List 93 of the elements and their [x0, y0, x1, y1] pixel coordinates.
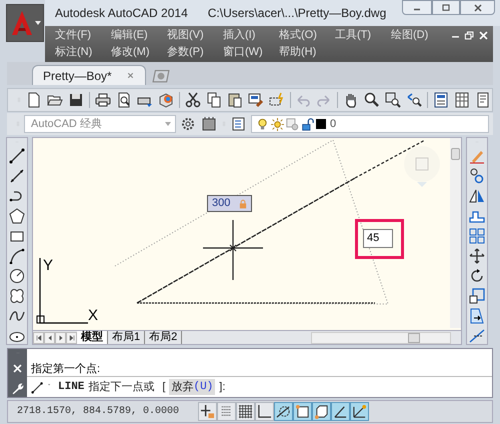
viewcube-icon: [404, 146, 440, 187]
vertical-scrollbar[interactable]: [450, 138, 461, 328]
save-icon[interactable]: [67, 91, 85, 109]
properties-icon[interactable]: [432, 91, 450, 109]
crosshair-cursor: [202, 219, 264, 281]
previous-tab-icon[interactable]: [44, 332, 55, 344]
layer-dropdown[interactable]: 0: [251, 115, 489, 133]
copy-icon[interactable]: [204, 91, 223, 109]
scale-icon[interactable]: [468, 287, 486, 304]
arc-icon[interactable]: [8, 247, 26, 264]
trim-icon[interactable]: [468, 327, 486, 344]
sun-icon: [271, 118, 284, 130]
move-icon[interactable]: [468, 247, 486, 264]
document-tab[interactable]: Pretty—Boy*: [32, 65, 146, 85]
caret-icon: [165, 122, 171, 126]
zoom-previous-icon[interactable]: [405, 91, 424, 109]
light-bulb-icon: [256, 118, 269, 130]
first-tab-icon[interactable]: [33, 332, 44, 344]
object-snap-icon[interactable]: [293, 402, 312, 421]
layer-color-swatch: [316, 119, 326, 129]
command-prompt: 指定下一点或: [88, 380, 154, 395]
zoom-icon[interactable]: [363, 91, 382, 109]
padlock-icon: [238, 198, 248, 208]
bracket-text: ]:: [219, 380, 226, 395]
cube-snap-icon[interactable]: [312, 402, 331, 421]
close-icon[interactable]: [460, 0, 495, 15]
paste-icon[interactable]: [226, 91, 244, 109]
stretch-icon[interactable]: [468, 307, 486, 324]
zoom-window-icon[interactable]: [384, 91, 402, 109]
gear-icon[interactable]: [179, 115, 197, 133]
mirror-icon[interactable]: [468, 187, 486, 204]
line-icon: [31, 380, 44, 394]
match-properties-icon[interactable]: [246, 91, 265, 109]
ortho-icon[interactable]: [255, 402, 274, 421]
angle-icon[interactable]: [331, 402, 350, 421]
menu-item[interactable]: 工具(T): [335, 27, 391, 44]
design-center-icon[interactable]: [452, 91, 471, 109]
copy-object-icon[interactable]: [468, 167, 486, 184]
menu-item[interactable]: 绘图(D): [391, 27, 447, 44]
close-icon[interactable]: [126, 71, 135, 80]
scrollbar-thumb[interactable]: [451, 148, 460, 160]
command-history-line: 指定第一个点:: [31, 364, 102, 375]
window-title: Autodesk AutoCAD 2014: [55, 5, 188, 22]
ucs-axis-icon: [36, 258, 88, 324]
print-icon[interactable]: [94, 91, 112, 109]
distance-input-field[interactable]: 300: [207, 195, 252, 212]
last-tab-icon[interactable]: [66, 332, 77, 344]
workspace-dropdown[interactable]: AutoCAD 经典: [24, 115, 176, 133]
angle-input-field[interactable]: 45: [363, 229, 393, 248]
wrench-icon[interactable]: [11, 382, 24, 395]
menu-item[interactable]: 修改(M): [111, 44, 167, 61]
menu-item[interactable]: 标注(N): [55, 44, 111, 61]
bracket-text: [: [162, 380, 166, 395]
menu-item[interactable]: 格式(O): [279, 27, 335, 44]
axis-label: Y: [43, 258, 54, 273]
caret-icon: [34, 21, 40, 25]
command-name: LINE: [58, 380, 84, 395]
dynamic-ucs-icon[interactable]: [350, 402, 369, 421]
menu-item[interactable]: 帮助(H): [279, 44, 335, 61]
menu-item[interactable]: 窗口(W): [223, 44, 279, 61]
letter-a-logo: [10, 10, 34, 36]
file-path: C:\Users\acer\...\Pretty—Boy.dwg: [208, 5, 386, 22]
command-line-field[interactable]: LINE 指定下一点或 [ 放弃(U) ]:: [27, 377, 492, 397]
polar-tracking-icon[interactable]: [274, 402, 293, 421]
grid-icon[interactable]: [236, 402, 255, 421]
menu-item[interactable]: 编辑(E): [111, 27, 167, 44]
menu-item[interactable]: 视图(V): [167, 27, 223, 44]
crosshair-icon[interactable]: [198, 402, 217, 421]
menu-item[interactable]: 插入(I): [223, 27, 279, 44]
restore-icon[interactable]: [464, 30, 475, 41]
command-option-link[interactable]: 放弃(U): [169, 378, 216, 396]
polygon-icon[interactable]: [8, 207, 26, 224]
line-icon[interactable]: [8, 147, 26, 164]
circle-icon[interactable]: [8, 267, 26, 284]
next-tab-icon[interactable]: [55, 332, 66, 344]
maximize-icon[interactable]: [432, 0, 460, 15]
workspace-icon[interactable]: [200, 115, 218, 133]
scrollbar-thumb[interactable]: [408, 332, 420, 342]
horizontal-scrollbar[interactable]: [311, 332, 451, 344]
construction-line-icon[interactable]: [8, 167, 26, 184]
menu-item[interactable]: 参数(P): [167, 44, 223, 61]
highlight-frame: [355, 219, 404, 259]
viewport-freeze-icon: [286, 118, 299, 130]
cloud-icon[interactable]: [8, 287, 26, 304]
menu-item[interactable]: 文件(F): [55, 27, 111, 44]
rubber-band-line: [354, 139, 426, 179]
unlocked-padlock-icon: [301, 118, 314, 130]
snap-grid-icon[interactable]: [217, 402, 236, 421]
layout-tab[interactable]: 模型: [77, 331, 108, 344]
array-icon[interactable]: [468, 227, 486, 244]
coordinates-text: 2718.1570, 884.5789, 0.0000: [16, 405, 180, 419]
axis-label: X: [88, 308, 98, 323]
scissors-icon[interactable]: [184, 91, 202, 109]
